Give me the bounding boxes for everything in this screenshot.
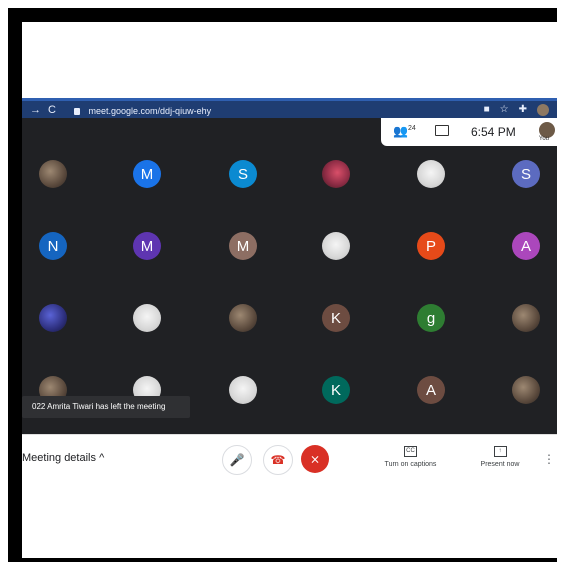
participant-initial: A bbox=[425, 381, 436, 399]
extensions-icon[interactable]: ✚ bbox=[519, 104, 527, 116]
bottom-controls: Meeting details ^ 🎤 ☎ ⨯ CC Turn on capti… bbox=[22, 434, 557, 484]
meet-top-bar: 👥24 6:54 PM You bbox=[22, 118, 557, 146]
present-icon: ↑ bbox=[493, 446, 507, 457]
present-label: Present now bbox=[480, 461, 520, 468]
frame: → C meet.google.com/ddj-qiuw-ehy ■ ☆ ✚ 👥… bbox=[0, 0, 565, 570]
participants-count: 24 bbox=[407, 125, 416, 132]
screen: → C meet.google.com/ddj-qiuw-ehy ■ ☆ ✚ 👥… bbox=[22, 22, 557, 558]
participant-initial: S bbox=[520, 165, 531, 183]
meeting-time: 6:54 PM bbox=[471, 125, 516, 139]
participant-avatar[interactable] bbox=[229, 304, 257, 332]
left-meeting-toast: 022 Amrita Tiwari has left the meeting bbox=[22, 396, 190, 418]
participant-avatar[interactable]: P bbox=[417, 232, 445, 260]
participant-avatar[interactable]: g bbox=[417, 304, 445, 332]
captions-label: Turn on captions bbox=[384, 461, 437, 468]
participant-avatar[interactable]: M bbox=[133, 232, 161, 260]
participant-avatar[interactable] bbox=[133, 304, 161, 332]
reload-icon[interactable]: C bbox=[48, 104, 56, 116]
people-icon[interactable]: 👥24 bbox=[393, 124, 416, 138]
participant-initial: S bbox=[237, 165, 248, 183]
you-label: You bbox=[538, 136, 549, 142]
url-bar[interactable]: meet.google.com/ddj-qiuw-ehy bbox=[74, 104, 454, 118]
white-top bbox=[22, 22, 557, 98]
captions-button[interactable]: CC Turn on captions bbox=[378, 446, 443, 468]
star-icon[interactable]: ☆ bbox=[500, 104, 509, 116]
participant-initial: g bbox=[426, 309, 436, 327]
participant-grid: M S S N M M P A Kg K A bbox=[22, 146, 557, 434]
participant-avatar[interactable] bbox=[512, 304, 540, 332]
participant-avatar[interactable]: M bbox=[133, 160, 161, 188]
back-icon[interactable]: → bbox=[30, 104, 41, 116]
chat-icon[interactable] bbox=[435, 125, 449, 136]
url-text: meet.google.com/ddj-qiuw-ehy bbox=[88, 106, 212, 116]
camera-icon[interactable]: ■ bbox=[484, 104, 490, 116]
camera-off-icon: ⨯ bbox=[309, 452, 321, 466]
profile-avatar[interactable] bbox=[537, 104, 549, 116]
participant-avatar[interactable] bbox=[322, 232, 350, 260]
participant-avatar[interactable] bbox=[322, 160, 350, 188]
participant-initial: A bbox=[520, 237, 531, 255]
participant-avatar[interactable]: K bbox=[322, 304, 350, 332]
participant-initial: K bbox=[330, 309, 341, 327]
participant-initial: M bbox=[236, 237, 250, 255]
leave-call-button[interactable]: ☎ bbox=[263, 445, 293, 475]
participant-initial: P bbox=[425, 237, 436, 255]
participant-avatar[interactable]: A bbox=[417, 376, 445, 404]
microphone-button[interactable]: 🎤 bbox=[222, 445, 252, 475]
participant-avatar[interactable]: N bbox=[39, 232, 67, 260]
captions-icon: CC bbox=[404, 446, 417, 457]
participant-avatar[interactable] bbox=[39, 160, 67, 188]
participant-avatar[interactable]: A bbox=[512, 232, 540, 260]
white-bottom bbox=[22, 482, 557, 558]
participant-initial: M bbox=[140, 237, 154, 255]
participant-initial: K bbox=[330, 381, 341, 399]
lock-icon bbox=[74, 108, 80, 115]
participant-avatar[interactable] bbox=[512, 376, 540, 404]
present-now-button[interactable]: ↑ Present now bbox=[470, 446, 530, 468]
participant-initial: M bbox=[140, 165, 154, 183]
meeting-details-button[interactable]: Meeting details ^ bbox=[22, 452, 104, 464]
camera-off-button[interactable]: ⨯ bbox=[301, 445, 329, 473]
participant-avatar[interactable] bbox=[229, 376, 257, 404]
participant-avatar[interactable]: S bbox=[229, 160, 257, 188]
meeting-details-label: Meeting details bbox=[22, 452, 96, 464]
participant-avatar[interactable] bbox=[39, 304, 67, 332]
participant-avatar[interactable]: K bbox=[322, 376, 350, 404]
phone-hangup-icon: ☎ bbox=[270, 453, 286, 467]
meet-info-panel: 👥24 6:54 PM You bbox=[381, 118, 557, 146]
participant-avatar[interactable]: S bbox=[512, 160, 540, 188]
participant-avatar[interactable] bbox=[417, 160, 445, 188]
participant-avatar[interactable]: M bbox=[229, 232, 257, 260]
chevron-up-icon: ^ bbox=[99, 452, 105, 464]
participant-initial: N bbox=[47, 237, 59, 255]
more-options-icon[interactable]: ⋮ bbox=[543, 452, 555, 466]
microphone-icon: 🎤 bbox=[229, 453, 245, 467]
